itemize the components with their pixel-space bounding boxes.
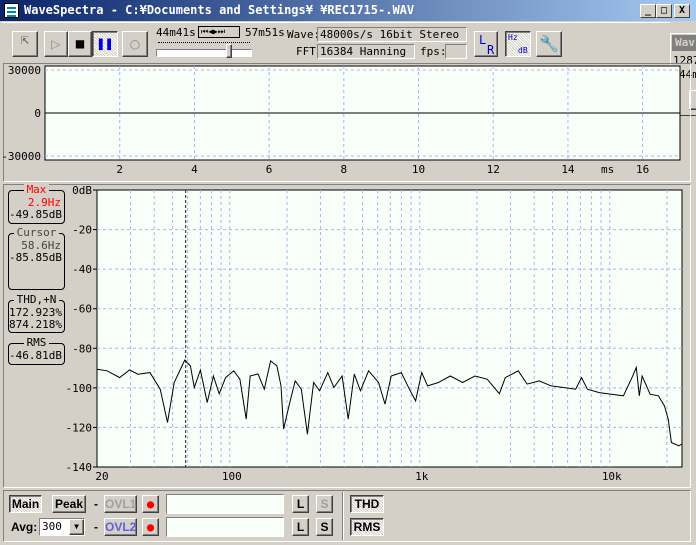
record-dot-icon: ● bbox=[146, 497, 155, 511]
hz-db-scale-button[interactable]: Hz dB bbox=[505, 31, 531, 57]
waveform-x-tick: 10 bbox=[412, 163, 425, 176]
thd-readout: THD,+N 172.923% 874.218% bbox=[8, 293, 65, 333]
waveform-x-unit: ms bbox=[601, 163, 614, 176]
spectrum-y-tick: -60 bbox=[72, 303, 92, 316]
record-button[interactable]: ○ bbox=[122, 31, 148, 57]
app-icon bbox=[4, 3, 19, 18]
transport-seek-buttons[interactable]: ⏮◀▶⏭ bbox=[198, 26, 240, 38]
db-letter: dB bbox=[518, 46, 528, 55]
overlay2-load-button[interactable]: L bbox=[292, 518, 309, 536]
fft-setting-field: 16384 Hanning bbox=[317, 44, 415, 59]
elapsed-time: 44m41s bbox=[156, 26, 196, 39]
overlay2-name-field[interactable] bbox=[166, 517, 284, 537]
max-readout: Max 2.9Hz -49.85dB bbox=[8, 183, 65, 224]
spectrum-y-tick: -40 bbox=[72, 263, 92, 276]
divider bbox=[342, 492, 344, 540]
max-level: -49.85dB bbox=[9, 208, 62, 221]
close-button[interactable]: X bbox=[674, 4, 690, 18]
rms-readout: RMS -46.81dB bbox=[8, 336, 65, 365]
fps-label: fps: bbox=[420, 45, 447, 58]
overlay1-button[interactable]: OVL1 bbox=[104, 495, 137, 513]
spectrum-y-tick: -80 bbox=[72, 342, 92, 355]
peak-button[interactable]: Peak bbox=[52, 495, 86, 513]
dash-1: - bbox=[94, 497, 98, 511]
wave-label: Wave: bbox=[287, 28, 321, 41]
stop-icon: ■ bbox=[75, 36, 85, 52]
window-title: WaveSpectra - C:¥Documents and Settings¥… bbox=[24, 3, 415, 17]
thd-button[interactable]: THD bbox=[350, 495, 384, 513]
wave-format-field: 48000s/s 16bit Stereo bbox=[317, 27, 467, 42]
chevron-down-icon[interactable]: ▼ bbox=[69, 519, 84, 535]
maximize-button[interactable]: □ bbox=[656, 4, 672, 18]
open-file-button[interactable]: ⇱ bbox=[12, 31, 38, 57]
overlay2-record-button[interactable]: ● bbox=[142, 518, 159, 536]
thdn-value: 874.218% bbox=[9, 318, 62, 331]
play-button[interactable]: ▷ bbox=[44, 31, 68, 57]
spectrum-chart[interactable]: 0dB -20 -40 -60 -80 -100 -120 -14020 100 1k 10k bbox=[0, 184, 690, 488]
waveform-x-tick: 8 bbox=[341, 163, 348, 176]
spectrum-y-tick: -20 bbox=[72, 224, 92, 237]
avg-label: Avg: bbox=[11, 520, 38, 534]
waveform-x-tick: 2 bbox=[116, 163, 123, 176]
pause-button[interactable]: ❚❚ bbox=[92, 31, 118, 57]
spectrum-y-tick: -120 bbox=[66, 421, 93, 434]
dash-2: - bbox=[94, 520, 98, 534]
overlay1-save-button[interactable]: S bbox=[316, 495, 333, 513]
spectrum-x-tick: 20 bbox=[95, 470, 108, 483]
settings-button[interactable]: 🔧 bbox=[536, 31, 562, 57]
record-dot-icon: ● bbox=[146, 520, 155, 534]
spectrum-plot-area bbox=[96, 189, 683, 468]
cursor-level: -85.85dB bbox=[9, 251, 62, 264]
waveform-x-tick: 14 bbox=[561, 163, 575, 176]
waveform-x-tick: 12 bbox=[487, 163, 500, 176]
overlay1-load-button[interactable]: L bbox=[292, 495, 309, 513]
hz-letter: Hz bbox=[508, 33, 518, 42]
level-meter-title: Wav bbox=[672, 35, 696, 51]
spectrum-x-tick: 100 bbox=[222, 470, 242, 483]
r-letter: R bbox=[487, 43, 495, 57]
overlay2-button[interactable]: OVL2 bbox=[104, 518, 137, 536]
cursor-label: Cursor bbox=[13, 226, 60, 239]
rms-level: -46.81dB bbox=[9, 349, 62, 362]
overlay1-record-button[interactable]: ● bbox=[142, 495, 159, 513]
waveform-y-tick: -30000 bbox=[1, 150, 41, 163]
record-icon: ○ bbox=[130, 34, 140, 53]
spectrum-x-tick: 1k bbox=[415, 470, 429, 483]
waveform-y-tick: 30000 bbox=[8, 64, 41, 77]
thd-label: THD,+N bbox=[13, 293, 60, 306]
waveform-x-tick: 4 bbox=[191, 163, 198, 176]
rms-button[interactable]: RMS bbox=[350, 518, 384, 536]
spectrum-y-tick: -140 bbox=[66, 461, 93, 474]
main-button[interactable]: Main bbox=[9, 495, 42, 513]
rms-label: RMS bbox=[23, 336, 50, 349]
avg-value: 300 bbox=[42, 520, 62, 533]
total-time: 57m51s bbox=[245, 26, 285, 39]
waveform-x-tick: 16 bbox=[636, 163, 649, 176]
cursor-readout: Cursor 58.6Hz -85.85dB bbox=[8, 226, 65, 290]
stop-button[interactable]: ■ bbox=[68, 31, 92, 57]
spectrum-x-tick: 10k bbox=[602, 470, 622, 483]
max-label: Max bbox=[23, 183, 50, 196]
position-slider[interactable] bbox=[156, 44, 252, 58]
wrench-icon: 🔧 bbox=[539, 34, 559, 53]
pause-icon: ❚❚ bbox=[96, 36, 114, 52]
spectrum-y-tick: 0dB bbox=[72, 184, 92, 197]
slider-thumb[interactable] bbox=[226, 44, 233, 58]
waveform-chart[interactable]: 2 4 6 8 10 12 14 16 ms 30000 0 -30000 bbox=[0, 62, 690, 184]
waveform-y-tick: 0 bbox=[34, 107, 41, 120]
spectrum-y-tick: -100 bbox=[66, 382, 93, 395]
channel-lr-button[interactable]: LR bbox=[474, 31, 498, 57]
toolbar: ⇱ ▷ ■ ❚❚ ○ 44m41s ⏮◀▶⏭ 57m51s Wave: 4800… bbox=[2, 22, 670, 62]
waveform-x-tick: 6 bbox=[266, 163, 273, 176]
overlay2-save-button[interactable]: S bbox=[316, 518, 333, 536]
overlay1-name-field[interactable] bbox=[166, 494, 284, 514]
title-bar: WaveSpectra - C:¥Documents and Settings¥… bbox=[0, 0, 696, 21]
fps-field bbox=[445, 44, 467, 59]
play-icon: ▷ bbox=[51, 34, 61, 53]
l-letter: L bbox=[479, 33, 487, 47]
minimize-button[interactable]: _ bbox=[640, 4, 656, 18]
avg-select[interactable]: 300 ▼ bbox=[39, 518, 85, 536]
slider-ticks bbox=[158, 42, 250, 45]
open-file-icon: ⇱ bbox=[20, 32, 30, 48]
